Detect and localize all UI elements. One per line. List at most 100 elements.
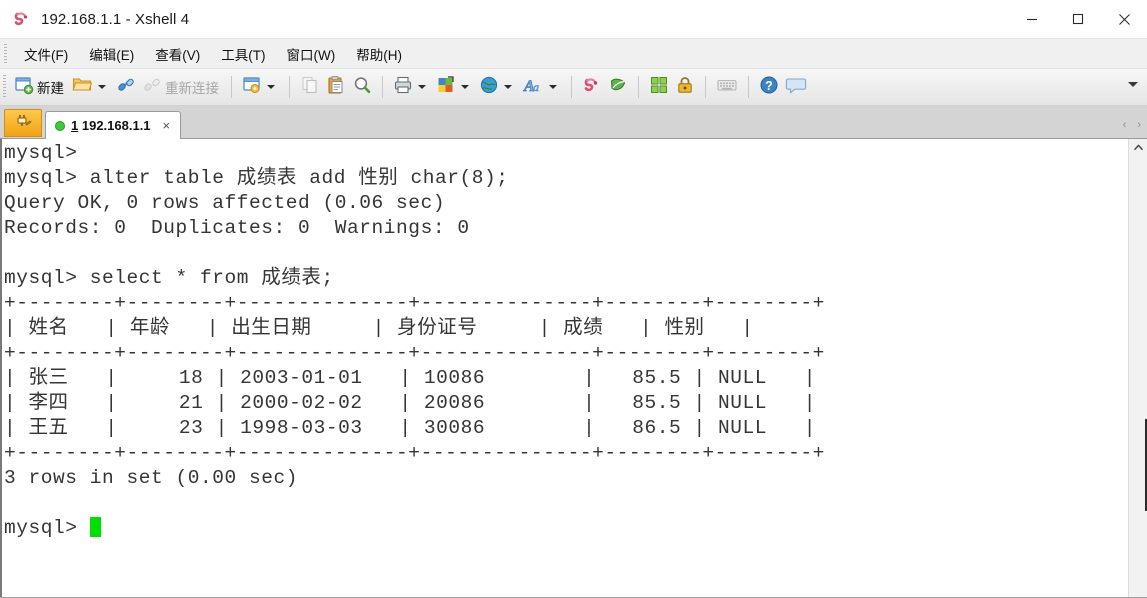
toolbar: 新建 重新连接 A a ? — [0, 69, 1147, 106]
lock-button[interactable] — [672, 73, 698, 101]
chevron-down-icon[interactable] — [504, 85, 512, 89]
toolbar-separator — [231, 76, 232, 98]
window-controls — [1009, 0, 1147, 38]
terminal-line: | 王五 | 23 | 1998-03-03 | 30086 | 86.5 | … — [4, 417, 816, 439]
tab-label: 1 192.168.1.1 — [71, 118, 151, 133]
toolbar-overflow-icon[interactable] — [1128, 82, 1138, 87]
printer-icon — [393, 75, 413, 100]
padlock-icon — [675, 75, 695, 100]
terminal-line: +--------+--------+--------------+------… — [4, 442, 825, 464]
connect-button[interactable] — [113, 73, 139, 101]
terminal-line: 3 rows in set (0.00 sec) — [4, 467, 299, 489]
terminal-output[interactable]: mysql> mysql> alter table 成绩表 add 性别 cha… — [0, 139, 1128, 597]
menu-window[interactable]: 窗口(W) — [277, 42, 347, 66]
tab-bar: 1 192.168.1.1 × ‹ › — [0, 106, 1147, 139]
minimize-button[interactable] — [1009, 0, 1055, 38]
chat-button[interactable] — [782, 73, 810, 101]
print-button[interactable] — [390, 73, 433, 101]
copy-icon — [300, 75, 320, 100]
open-folder-button[interactable] — [69, 73, 113, 101]
menu-edit[interactable]: 编辑(E) — [79, 42, 145, 66]
tab-status-dot-icon — [55, 120, 65, 131]
help-button[interactable]: ? — [756, 73, 782, 101]
menu-file[interactable]: 文件(F) — [14, 42, 79, 66]
scroll-up-arrow-icon[interactable] — [1129, 139, 1147, 156]
chevron-down-icon[interactable] — [98, 85, 106, 89]
terminal-line: mysql> — [4, 142, 78, 164]
svg-text:a: a — [533, 80, 539, 94]
copy-button[interactable] — [297, 73, 323, 101]
new-window-icon — [14, 75, 34, 100]
color-scheme-button[interactable] — [433, 73, 476, 101]
web-button[interactable] — [476, 73, 519, 101]
terminal-tab-1[interactable]: 1 192.168.1.1 × — [45, 111, 182, 139]
font-button[interactable]: A a — [519, 73, 564, 101]
orange-plug-icon — [15, 112, 32, 134]
tab-scroll-right-icon[interactable]: › — [1137, 120, 1141, 131]
terminal-line: mysql> alter table 成绩表 add 性别 char(8); — [4, 167, 509, 189]
menu-tools[interactable]: 工具(T) — [211, 42, 276, 66]
toolbar-separator — [638, 76, 639, 98]
broken-link-icon — [142, 75, 162, 100]
find-button[interactable] — [349, 73, 375, 101]
paste-button[interactable] — [323, 73, 349, 101]
connect-link-icon — [116, 75, 136, 100]
tile-grid-icon — [649, 75, 669, 100]
color-palette-icon — [436, 75, 456, 100]
terminal-line: Records: 0 Duplicates: 0 Warnings: 0 — [4, 217, 470, 239]
terminal-line: mysql> select * from 成绩表; — [4, 267, 334, 289]
globe-icon — [479, 75, 499, 100]
toolbar-separator — [705, 76, 706, 98]
speech-bubble-icon — [785, 75, 807, 100]
terminal-line: | 张三 | 18 | 2003-01-01 | 10086 | 85.5 | … — [4, 367, 816, 389]
toolbar-separator — [382, 76, 383, 98]
chevron-down-icon[interactable] — [461, 85, 469, 89]
title-bar: 192.168.1.1 - Xshell 4 — [0, 0, 1147, 39]
toolbar-separator — [748, 76, 749, 98]
session-properties-button[interactable] — [239, 73, 282, 101]
xshell-button[interactable] — [579, 73, 605, 101]
new-session-label: 新建 — [37, 81, 64, 96]
chevron-down-icon[interactable] — [418, 85, 426, 89]
keyboard-icon — [716, 75, 738, 100]
svg-text:?: ? — [765, 78, 773, 92]
question-mark-icon: ? — [759, 75, 779, 100]
tab-close-icon[interactable]: × — [157, 119, 175, 132]
session-launcher-button[interactable] — [4, 109, 42, 137]
xftp-green-icon — [608, 75, 628, 100]
terminal-line: | 李四 | 21 | 2000-02-02 | 20086 | 85.5 | … — [4, 392, 816, 414]
reconnect-label: 重新连接 — [165, 81, 219, 96]
menu-bar: 文件(F) 编辑(E) 查看(V) 工具(T) 窗口(W) 帮助(H) — [0, 39, 1147, 69]
xftp-button[interactable] — [605, 73, 631, 101]
layout-button[interactable] — [646, 73, 672, 101]
terminal-line: Query OK, 0 rows affected (0.06 sec) — [4, 192, 446, 214]
window-title: 192.168.1.1 - Xshell 4 — [41, 10, 190, 28]
reconnect-button[interactable]: 重新连接 — [139, 73, 224, 101]
terminal-line: +--------+--------+--------------+------… — [4, 292, 825, 314]
new-session-button[interactable]: 新建 — [11, 73, 69, 101]
keyboard-button[interactable] — [713, 73, 741, 101]
menu-help[interactable]: 帮助(H) — [346, 42, 413, 66]
terminal-line: | 姓名 | 年龄 | 出生日期 | 身份证号 | 成绩 | 性别 | — [4, 317, 754, 339]
tab-scroll-left-icon[interactable]: ‹ — [1123, 120, 1127, 131]
maximize-button[interactable] — [1055, 0, 1101, 38]
terminal-line: +--------+--------+--------------+------… — [4, 342, 825, 364]
terminal-cursor — [89, 517, 101, 537]
chevron-down-icon[interactable] — [267, 85, 275, 89]
window-gear-icon — [242, 75, 262, 100]
close-button[interactable] — [1101, 0, 1147, 38]
folder-open-icon — [72, 75, 93, 99]
terminal-scrollbar[interactable] — [1128, 139, 1147, 597]
xshell-red-icon — [582, 75, 602, 100]
xshell-logo-icon — [12, 9, 32, 29]
terminal-prompt: mysql> — [4, 517, 90, 539]
chevron-down-icon[interactable] — [549, 85, 557, 89]
menu-view[interactable]: 查看(V) — [145, 42, 211, 66]
xshell-main-window: 192.168.1.1 - Xshell 4 文件(F) 编辑(E) 查看(V)… — [0, 0, 1147, 598]
terminal-area: mysql> mysql> alter table 成绩表 add 性别 cha… — [0, 139, 1147, 597]
clipboard-paste-icon — [326, 75, 346, 100]
tab-scroll-controls: ‹ › — [1123, 120, 1141, 131]
toolbar-separator — [289, 76, 290, 98]
